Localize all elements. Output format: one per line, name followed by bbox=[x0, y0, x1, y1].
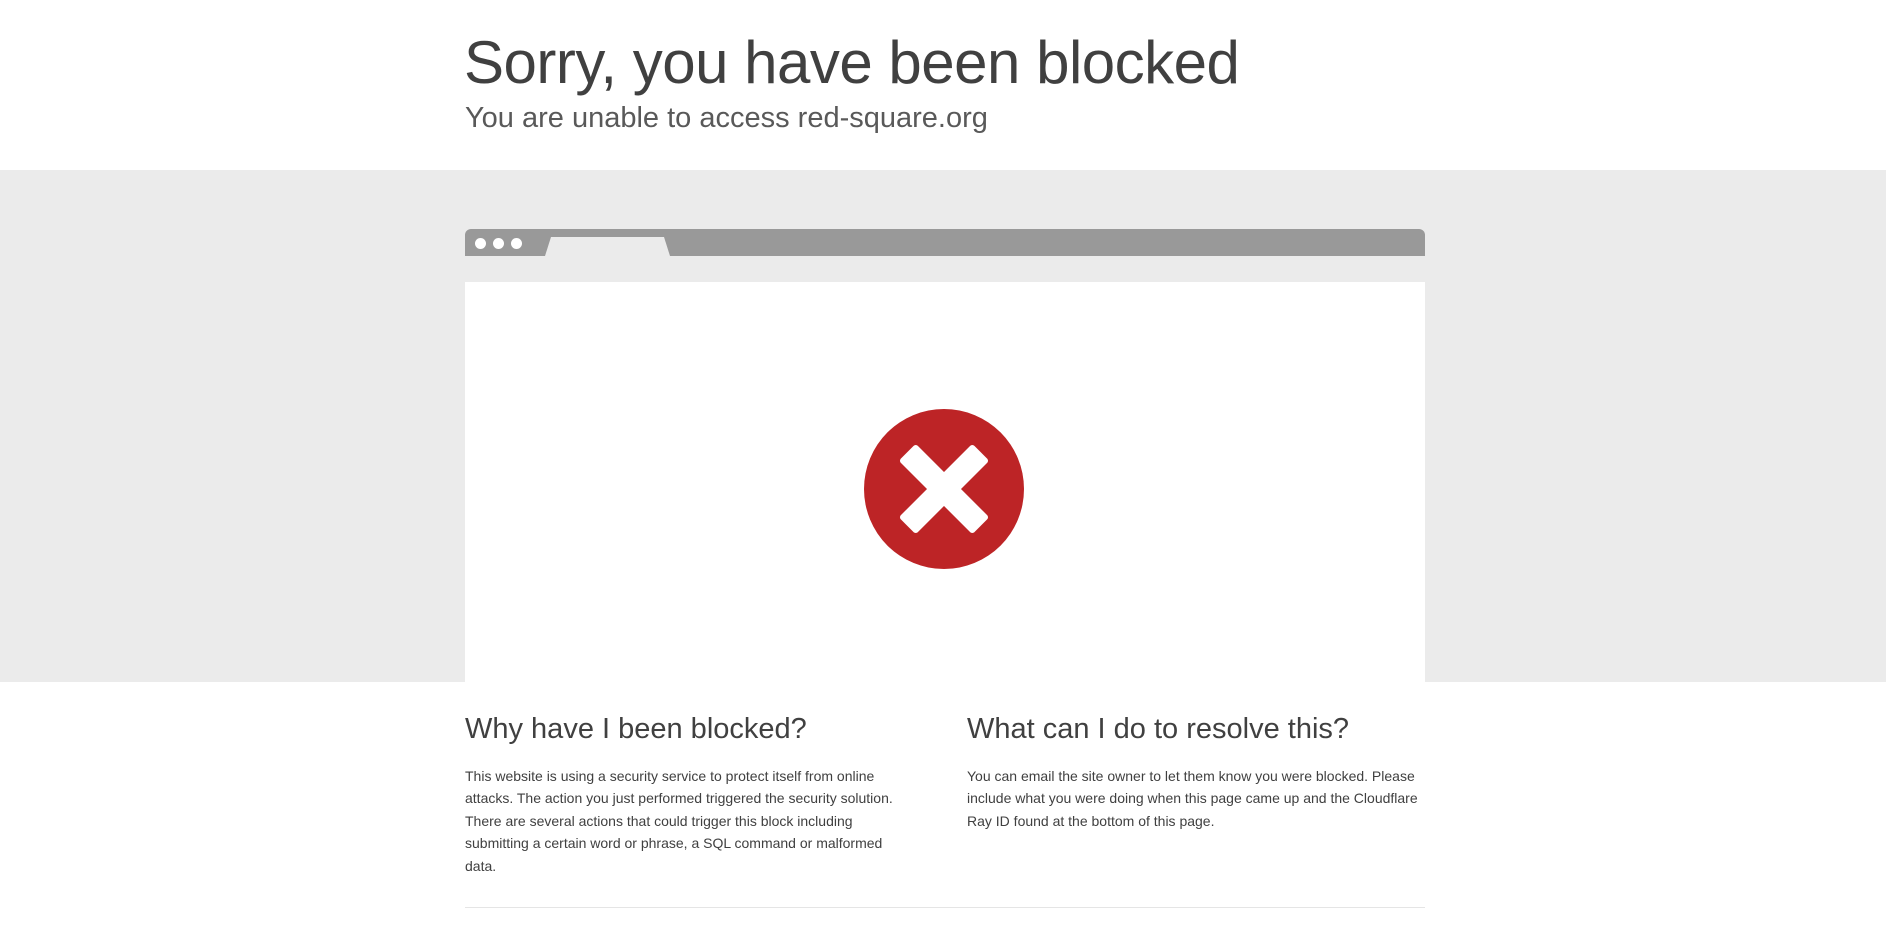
browser-illustration-window bbox=[465, 282, 1425, 682]
window-dot-icon bbox=[511, 238, 522, 249]
resolve-text: You can email the site owner to let them… bbox=[967, 767, 1418, 829]
why-blocked-section: Why have I been blocked? This website is… bbox=[465, 712, 910, 877]
footer-divider bbox=[465, 907, 1425, 908]
blocked-x-icon bbox=[864, 409, 1024, 569]
page-title: Sorry, you have been blocked bbox=[464, 29, 1240, 96]
page-header: Sorry, you have been blocked You are una… bbox=[0, 0, 1886, 170]
browser-tab-illustration bbox=[545, 237, 670, 256]
resolve-section: What can I do to resolve this? You can e… bbox=[967, 712, 1427, 832]
why-blocked-text: This website is using a security service… bbox=[465, 767, 893, 874]
browser-illustration-bar bbox=[465, 229, 1425, 256]
window-dot-icon bbox=[475, 238, 486, 249]
window-dot-icon bbox=[493, 238, 504, 249]
resolve-heading: What can I do to resolve this? bbox=[967, 713, 1350, 745]
page-subtitle: You are unable to access red-square.org bbox=[465, 102, 988, 134]
why-blocked-heading: Why have I been blocked? bbox=[465, 713, 807, 745]
